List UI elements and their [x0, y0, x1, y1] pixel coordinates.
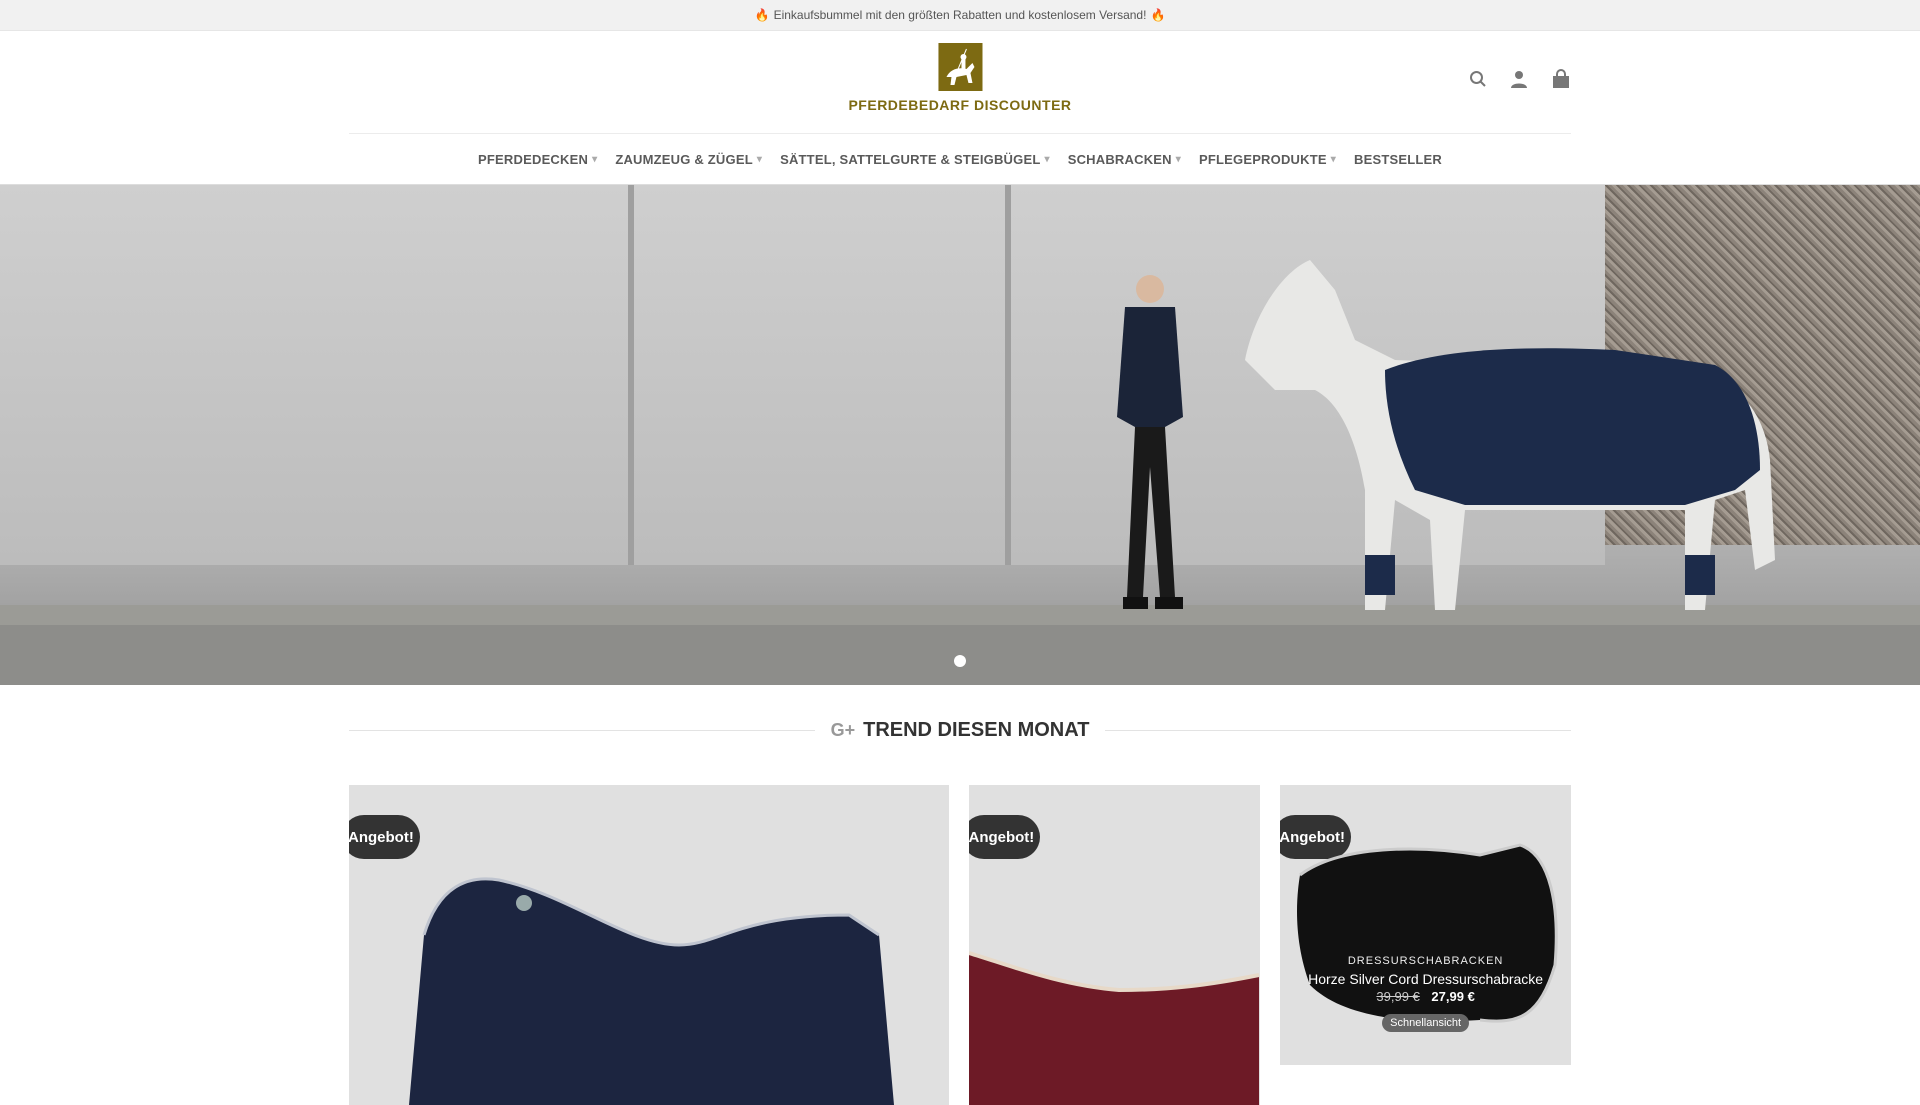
announcement-text: Einkaufsbummel mit den größten Rabatten … [773, 8, 1147, 22]
product-prices: 39,99 € 27,99 € [1280, 989, 1571, 1004]
product-category[interactable]: DRESSURSCHABRACKEN [1280, 955, 1571, 967]
quick-view-button[interactable]: Schnellansicht [1382, 1014, 1470, 1032]
hero-rider-image [1117, 275, 1183, 609]
flame-icon: 🔥 [754, 8, 770, 22]
cart-icon[interactable] [1551, 69, 1571, 94]
product-image-bordeaux-saddle-pad [969, 951, 1260, 1105]
product-card[interactable]: Angebot! [969, 785, 1261, 1105]
product-info-overlay: DRESSURSCHABRACKEN Horze Silver Cord Dre… [1280, 955, 1571, 1032]
hero-horse-image [1245, 260, 1775, 610]
chevron-down-icon: ▾ [1175, 153, 1181, 165]
nav-item-saettel[interactable]: SÄTTEL, SATTELGURTE & STEIGBÜGEL ▾ [780, 152, 1050, 167]
product-card[interactable]: Angebot! [349, 785, 950, 1105]
chevron-down-icon: ▾ [1044, 153, 1050, 165]
horse-rider-logo-icon [937, 43, 982, 91]
search-icon[interactable] [1469, 70, 1487, 93]
chevron-down-icon: ▾ [1330, 153, 1336, 165]
account-icon[interactable] [1509, 69, 1529, 94]
chevron-down-icon: ▾ [756, 153, 763, 165]
product-grid: Angebot! Angebot! Angebot! DRESSURSCHABR… [349, 785, 1571, 1105]
chevron-down-icon: ▾ [592, 153, 598, 165]
slider-dot-active[interactable] [954, 655, 966, 667]
nav-item-schabracken[interactable]: SCHABRACKEN ▾ [1068, 152, 1181, 167]
hero-slider[interactable] [0, 184, 1920, 685]
product-name[interactable]: Horze Silver Cord Dressurschabracke [1280, 971, 1571, 987]
old-price: 39,99 € [1376, 989, 1420, 1004]
nav-item-pferdedecken[interactable]: PFERDEDECKEN ▾ [478, 152, 597, 167]
nav-item-bestseller[interactable]: BESTSELLER [1354, 152, 1442, 167]
logo[interactable]: PFERDEBEDARF DISCOUNTER [848, 43, 1071, 113]
product-card[interactable]: Angebot! DRESSURSCHABRACKEN Horze Silver… [1280, 785, 1571, 1065]
section-title-text: TREND DIESEN MONAT [863, 718, 1090, 741]
sale-price: 27,99 € [1431, 989, 1475, 1004]
nav-item-pflegeprodukte[interactable]: PFLEGEPRODUKTE ▾ [1199, 152, 1336, 167]
header: PFERDEBEDARF DISCOUNTER [349, 31, 1571, 133]
nav-item-zaumzeug[interactable]: ZAUMZEUG & ZÜGEL ▾ [615, 152, 762, 167]
logo-text: PFERDEBEDARF DISCOUNTER [848, 97, 1072, 113]
section-header: G+ TREND DIESEN MONAT [349, 715, 1572, 745]
announcement-bar: 🔥 Einkaufsbummel mit den größten Rabatte… [0, 0, 1920, 31]
gplus-icon: G+ [830, 719, 856, 740]
flame-icon: 🔥 [1150, 8, 1166, 22]
product-image-navy-saddle-pad [409, 877, 894, 1105]
main-navigation: PFERDEDECKEN ▾ ZAUMZEUG & ZÜGEL ▾ SÄTTEL, … [349, 133, 1571, 184]
